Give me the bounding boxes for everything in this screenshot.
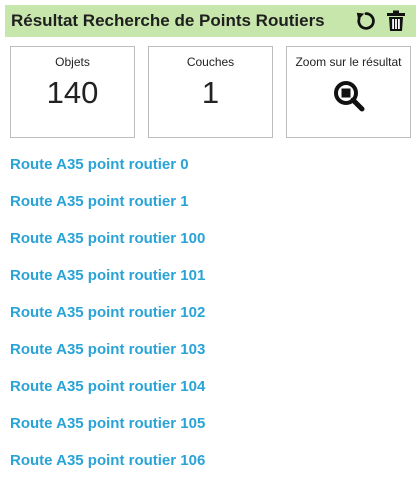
layers-card: Couches 1 bbox=[148, 46, 273, 138]
result-item[interactable]: Route A35 point routier 102 bbox=[10, 298, 410, 335]
delete-button[interactable] bbox=[384, 9, 408, 33]
reset-button[interactable] bbox=[354, 9, 378, 33]
zoom-to-result-icon[interactable] bbox=[332, 79, 366, 113]
result-item[interactable]: Route A35 point routier 103 bbox=[10, 335, 410, 372]
layers-label: Couches bbox=[186, 55, 235, 69]
header-actions bbox=[354, 9, 408, 33]
results-list: Route A35 point routier 0 Route A35 poin… bbox=[10, 150, 410, 483]
zoom-label: Zoom sur le résultat bbox=[295, 55, 402, 69]
results-header: Résultat Recherche de Points Routiers bbox=[5, 5, 416, 37]
result-item[interactable]: Route A35 point routier 104 bbox=[10, 372, 410, 409]
result-item[interactable]: Route A35 point routier 0 bbox=[10, 150, 410, 187]
zoom-icon-wrapper bbox=[287, 79, 410, 113]
zoom-to-result-card[interactable]: Zoom sur le résultat bbox=[286, 46, 411, 138]
result-item[interactable]: Route A35 point routier 1 bbox=[10, 187, 410, 224]
objects-card: Objets 140 bbox=[10, 46, 135, 138]
summary-cards: Objets 140 Couches 1 Zoom sur le résulta… bbox=[10, 46, 414, 140]
result-item[interactable]: Route A35 point routier 106 bbox=[10, 446, 410, 483]
result-item[interactable]: Route A35 point routier 101 bbox=[10, 261, 410, 298]
objects-count: 140 bbox=[46, 75, 99, 110]
reset-icon bbox=[356, 12, 375, 30]
layers-count: 1 bbox=[201, 75, 220, 110]
objects-label: Objets bbox=[55, 55, 90, 69]
result-item[interactable]: Route A35 point routier 105 bbox=[10, 409, 410, 446]
result-item[interactable]: Route A35 point routier 100 bbox=[10, 224, 410, 261]
trash-icon bbox=[387, 10, 405, 31]
header-title: Résultat Recherche de Points Routiers bbox=[11, 11, 325, 30]
